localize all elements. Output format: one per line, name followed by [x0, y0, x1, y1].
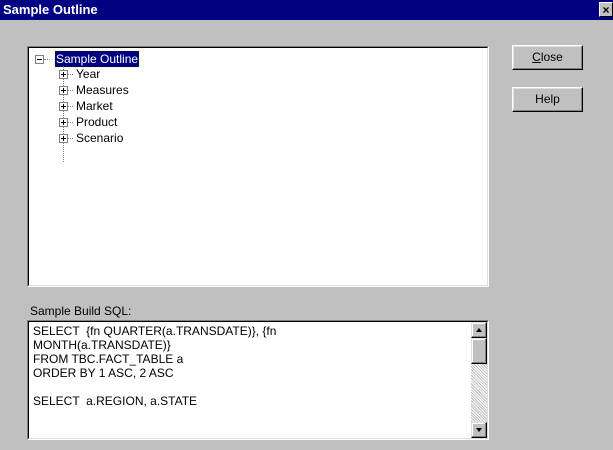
close-icon[interactable]: ×: [599, 2, 613, 17]
scroll-up-button[interactable]: [471, 322, 487, 338]
expand-icon[interactable]: [59, 118, 68, 127]
close-button-rest: lose: [540, 50, 563, 64]
sample-build-sql-label: Sample Build SQL:: [30, 304, 132, 318]
sample-outline-dialog: Sample Outline × Sample Outline Year Meas…: [0, 0, 613, 450]
scroll-down-button[interactable]: [471, 422, 487, 438]
help-button[interactable]: Help: [512, 87, 583, 112]
window-title: Sample Outline: [3, 2, 98, 17]
arrow-up-icon: [476, 328, 482, 332]
expand-icon[interactable]: [59, 70, 68, 79]
expand-icon[interactable]: [59, 102, 68, 111]
sample-build-sql-box[interactable]: SELECT {fn QUARTER(a.TRANSDATE)}, {fn MO…: [27, 320, 489, 440]
title-bar: Sample Outline ×: [0, 0, 613, 20]
close-button[interactable]: Close: [512, 45, 583, 70]
expand-icon[interactable]: [59, 134, 68, 143]
sql-scrollbar[interactable]: [471, 322, 487, 438]
tree-root-label[interactable]: Sample Outline: [53, 50, 141, 68]
tree-item-label[interactable]: Scenario: [75, 130, 124, 146]
outline-tree-view[interactable]: Sample Outline Year Measures Market Product…: [27, 46, 489, 287]
tree-item-label[interactable]: Year: [75, 66, 101, 82]
sql-text: SELECT {fn QUARTER(a.TRANSDATE)}, {fn MO…: [33, 324, 277, 408]
tree-item-label[interactable]: Product: [75, 114, 118, 130]
collapse-root-icon[interactable]: [35, 55, 44, 64]
tree-item-label[interactable]: Market: [75, 98, 114, 114]
scroll-thumb[interactable]: [471, 338, 487, 364]
tree-item-label[interactable]: Measures: [75, 82, 130, 98]
close-button-mnemonic: C: [532, 50, 541, 64]
expand-icon[interactable]: [59, 86, 68, 95]
arrow-down-icon: [476, 428, 482, 432]
